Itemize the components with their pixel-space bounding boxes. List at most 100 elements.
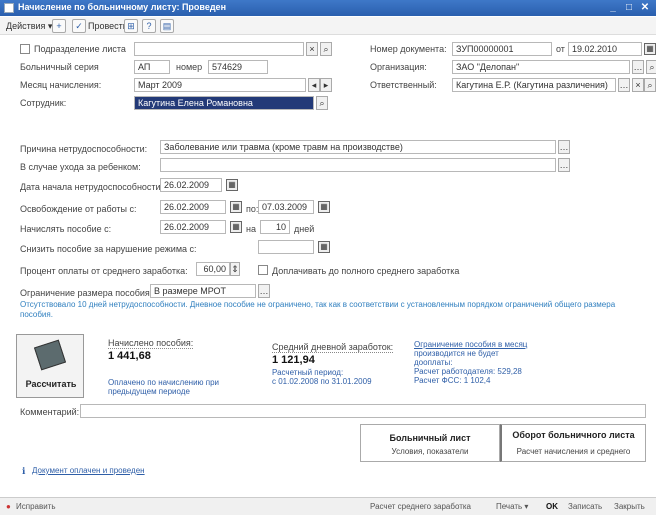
replacing-clear-button[interactable]: ×: [306, 42, 318, 56]
accrued-previous-link[interactable]: Оплачено по начислению при предыдущем пе…: [108, 378, 228, 396]
replacing-checkbox[interactable]: [20, 44, 30, 54]
number-field[interactable]: 574629: [208, 60, 268, 74]
series-label: Больничный серия: [20, 62, 99, 72]
series-field[interactable]: АП: [134, 60, 170, 74]
calendar-icon[interactable]: ▦: [230, 221, 242, 233]
month-next-button[interactable]: ▸: [320, 78, 332, 92]
limit-line2: дооплаты:: [414, 358, 453, 367]
responsible-field[interactable]: Кагутина Е.Р. (Кагутина различения): [452, 78, 616, 92]
childcare-field[interactable]: [160, 158, 556, 172]
month-field[interactable]: Март 2009: [134, 78, 306, 92]
org-select-button[interactable]: …: [632, 60, 644, 74]
childcare-dropdown-button[interactable]: …: [558, 158, 570, 172]
childcare-label: В случае ухода за ребенком:: [20, 162, 141, 172]
sick-leave-box[interactable]: Больничный лист Условия, показатели: [360, 424, 500, 462]
calculator-icon: [33, 339, 67, 371]
limit-field[interactable]: В размере МРОТ: [150, 284, 256, 298]
release-to-field[interactable]: 07.03.2009: [258, 200, 314, 214]
add-icon[interactable]: +: [52, 19, 66, 33]
actions-menu[interactable]: Действия ▾: [6, 19, 52, 33]
close-button[interactable]: ✕: [638, 1, 652, 14]
calendar-icon[interactable]: ▦: [644, 43, 656, 55]
org-search-icon[interactable]: ⌕: [646, 60, 656, 74]
percent-field[interactable]: 60,00: [196, 262, 230, 276]
doc-number-field[interactable]: ЗУП00000001: [452, 42, 552, 56]
post-icon[interactable]: ✓: [72, 19, 86, 33]
avg-period-label[interactable]: Расчетный период:: [272, 368, 343, 377]
accrued-value: 1 441,68: [108, 350, 151, 362]
help-icon[interactable]: ?: [142, 19, 156, 33]
replacing-search-icon[interactable]: ⌕: [320, 42, 332, 56]
ok-button[interactable]: OK: [546, 502, 558, 511]
replacing-field[interactable]: [134, 42, 304, 56]
document-posted-link[interactable]: Документ оплачен и проведен: [32, 466, 145, 475]
start-date-field[interactable]: 26.02.2009: [160, 178, 222, 192]
print-menu-button[interactable]: Печать ▾: [496, 502, 528, 511]
title-bar: Начисление по больничному листу: Проведе…: [0, 0, 656, 16]
employee-label: Сотрудник:: [20, 98, 67, 108]
employee-search-icon[interactable]: ⌕: [316, 96, 328, 110]
calendar-icon[interactable]: ▦: [226, 179, 238, 191]
replacing-label: Подразделение листа: [34, 44, 126, 54]
employee-field[interactable]: Кагутина Елена Романовна: [134, 96, 314, 110]
print-icon[interactable]: ▤: [160, 19, 174, 33]
topup-checkbox[interactable]: [258, 265, 268, 275]
cause-dropdown-button[interactable]: …: [558, 140, 570, 154]
comment-field[interactable]: [80, 404, 646, 418]
close-form-button[interactable]: Закрыть: [614, 502, 645, 511]
sick-leave-title: Больничный лист: [389, 433, 471, 443]
structure-icon[interactable]: ⊞: [124, 19, 138, 33]
document-icon: [4, 3, 14, 13]
comment-label: Комментарий:: [20, 407, 80, 417]
calculate-button[interactable]: Рассчитать: [16, 334, 84, 398]
pay-from-field[interactable]: 26.02.2009: [160, 220, 226, 234]
employer-calc-link[interactable]: Расчет работодателя: 529,28: [414, 367, 522, 376]
reverse-sick-leave-box[interactable]: Оборот больничного листа Расчет начислен…: [500, 424, 646, 462]
pay-for-label: на: [246, 224, 256, 234]
maximize-button[interactable]: □: [622, 1, 636, 14]
percent-spinner[interactable]: ⇕: [230, 262, 240, 276]
release-to-label: по:: [246, 204, 259, 214]
status-bar: ● Исправить Расчет среднего заработка Пе…: [0, 497, 656, 515]
doc-number-label: Номер документа:: [370, 44, 447, 54]
release-from-field[interactable]: 26.02.2009: [160, 200, 226, 214]
responsible-select-button[interactable]: …: [618, 78, 630, 92]
avg-calc-button[interactable]: Расчет среднего заработка: [370, 502, 471, 511]
number-label: номер: [176, 62, 203, 72]
percent-label: Процент оплаты от среднего заработка:: [20, 266, 188, 276]
responsible-label: Ответственный:: [370, 80, 437, 90]
doc-date-field[interactable]: 19.02.2010: [568, 42, 642, 56]
cause-label: Причина нетрудоспособности:: [20, 144, 148, 154]
post-button[interactable]: Провести: [88, 19, 128, 33]
avg-period-dates[interactable]: с 01.02.2008 по 31.01.2009: [272, 377, 372, 386]
reduce-date-field[interactable]: [258, 240, 314, 254]
minimize-button[interactable]: _: [606, 1, 620, 14]
limit-dropdown-button[interactable]: …: [258, 284, 270, 298]
pay-days-field[interactable]: 10: [260, 220, 290, 234]
calendar-icon[interactable]: ▦: [318, 201, 330, 213]
accrued-label: Начислено пособия:: [108, 338, 194, 349]
calendar-icon[interactable]: ▦: [230, 201, 242, 213]
pay-days-unit: дней: [294, 224, 315, 234]
release-label: Освобождение от работы с:: [20, 204, 137, 214]
org-field[interactable]: ЗАО "Делопан": [452, 60, 630, 74]
responsible-search-icon[interactable]: ⌕: [644, 78, 656, 92]
limit-per-month-link[interactable]: Ограничение пособия в месяц: [414, 340, 527, 349]
responsible-clear-button[interactable]: ×: [632, 78, 644, 92]
topup-label: Доплачивать до полного среднего заработк…: [272, 266, 460, 276]
month-prev-button[interactable]: ◂: [308, 78, 320, 92]
window-title: Начисление по больничному листу: Проведе…: [18, 2, 227, 12]
fss-calc-link[interactable]: Расчет ФСС: 1 102,4: [414, 376, 490, 385]
fix-button[interactable]: Исправить: [16, 502, 56, 511]
calendar-icon[interactable]: ▦: [318, 241, 330, 253]
month-label: Месяц начисления:: [20, 80, 102, 90]
write-button[interactable]: Записать: [568, 502, 602, 511]
info-icon: ℹ: [22, 466, 26, 476]
cause-field[interactable]: Заболевание или травма (кроме травм на п…: [160, 140, 556, 154]
reverse-title: Оборот больничного листа: [512, 430, 635, 440]
pay-from-label: Начислять пособие с:: [20, 224, 112, 234]
toolbar: Действия ▾ + ✓ Провести ⊞ ? ▤: [0, 17, 656, 35]
info-text: Отсутствовало 10 дней нетрудоспособности…: [20, 300, 616, 319]
reverse-sub: Расчет начисления и среднего: [516, 447, 631, 456]
avg-earnings-value: 1 121,94: [272, 354, 315, 366]
